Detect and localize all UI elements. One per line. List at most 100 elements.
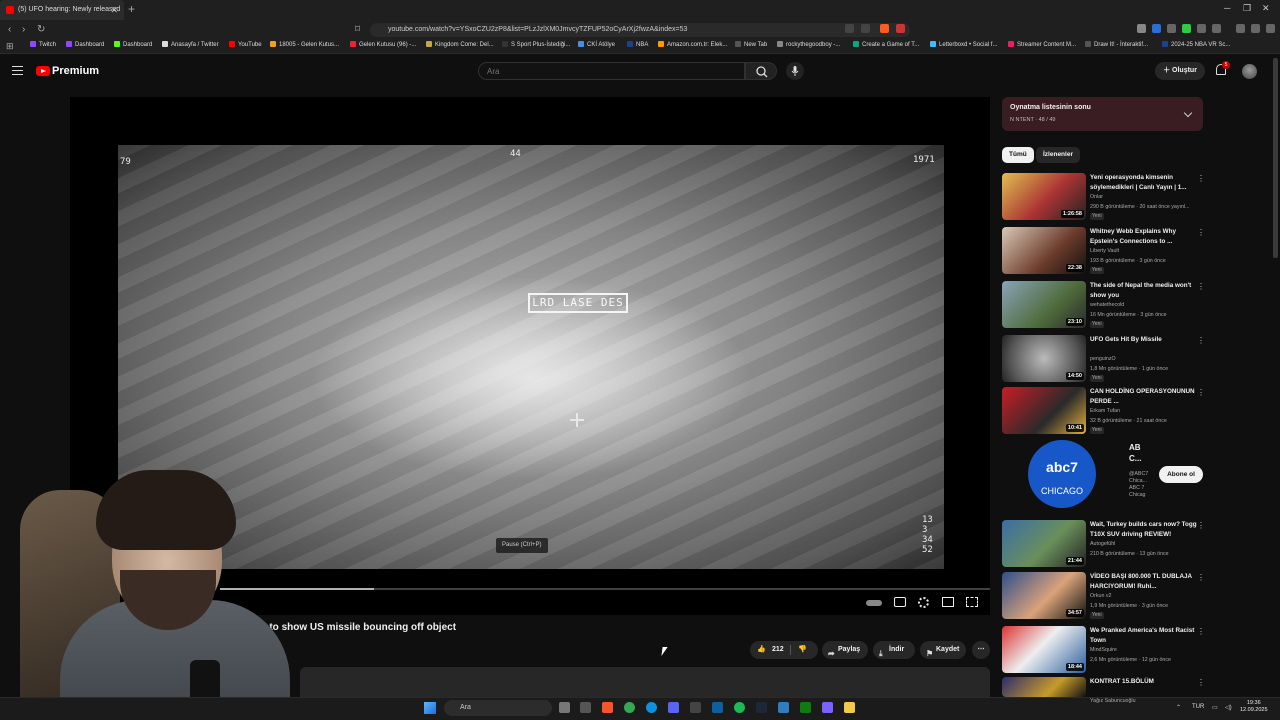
extension-icon[interactable] [1212,24,1221,33]
recommendation-title[interactable]: CAN HOLDİNG OPERASYONUNUN PERDE ... [1090,387,1198,406]
steam-icon[interactable] [756,702,767,713]
maximize-icon[interactable]: ❐ [1243,3,1251,14]
obs-icon[interactable] [690,702,701,713]
recommendation-title[interactable]: Yeni operasyonda kimsenin söylemedikleri… [1090,173,1198,192]
recommendation-channel[interactable]: Liberty Vault [1090,248,1119,254]
recommendation-item[interactable]: 34:57 VİDEO BAŞI 800.000 TL DUBLAJA HARCI… [1002,572,1207,620]
recommendation-title[interactable]: KONTRAT 15.BÖLÜM [1090,677,1198,687]
more-options-icon[interactable]: ⋮ [1197,574,1205,582]
description-box[interactable] [300,667,990,697]
brave-rewards-icon[interactable] [896,24,905,33]
bookmark-item[interactable]: Gelen Kutusu (96) -... [350,41,416,48]
theater-mode-icon[interactable] [942,597,954,607]
dislike-icon[interactable]: 👎 [798,641,807,659]
logo-text[interactable]: Premium [52,65,99,77]
close-tab-icon[interactable]: ✕ [110,0,118,20]
recommendation-channel[interactable]: Onlar [1090,194,1103,200]
taskbar-app-icon[interactable] [712,702,723,713]
recommendation-item[interactable]: KONTRAT 15.BÖLÜM Yağız Sabuncuoğlu ⋮ [1002,677,1207,704]
search-button[interactable] [745,62,777,80]
bookmark-item[interactable]: YouTube [229,41,262,48]
search-input[interactable] [478,62,745,80]
video-thumbnail[interactable]: 10:41 [1002,387,1086,434]
url-field[interactable]: youtube.com/watch?v=YSxoCZU2zP8&list=PLz… [370,23,910,37]
recommendation-item[interactable]: 21:44 Wait, Turkey builds cars now? Togg … [1002,520,1207,568]
minimize-icon[interactable]: ─ [1224,3,1230,13]
like-button[interactable]: 212👎 [750,641,818,659]
settings-gear-icon[interactable] [918,597,929,608]
bookmark-item[interactable]: Streamer Content M... [1008,41,1076,48]
extension-icon[interactable] [1152,24,1161,33]
recommendation-title[interactable]: VİDEO BAŞI 800.000 TL DUBLAJA HARCIYORUM… [1090,572,1198,591]
video-thumbnail[interactable] [1002,677,1086,697]
captions-icon[interactable] [894,597,906,607]
extension-icon[interactable] [1167,24,1176,33]
bookmark-item[interactable]: rockythegoodboy -... [777,41,840,48]
recommendation-channel[interactable]: wehatethecold [1090,302,1124,308]
chrome-icon[interactable] [624,702,635,713]
more-options-icon[interactable]: ⋮ [1197,229,1205,237]
recommendation-channel[interactable]: penguinzO [1090,356,1116,362]
new-tab-icon[interactable]: + [128,2,135,16]
recommendation-item[interactable]: 22:38 Whitney Webb Explains Why Epstein's… [1002,227,1207,275]
avatar[interactable] [1242,64,1257,79]
bookmark-item[interactable]: Dashboard [114,41,152,48]
share-icon[interactable] [861,24,870,33]
recommendation-item[interactable]: 14:50 UFO Gets Hit By Missile penguinzO 1,8… [1002,335,1207,383]
language-indicator[interactable]: TUR [1192,704,1204,710]
fullscreen-icon[interactable] [966,597,978,607]
apps-grid-icon[interactable]: ⊞ [6,41,14,52]
more-actions-icon[interactable]: ⋯ [972,641,990,659]
recommendation-channel[interactable]: Orkun v2 [1090,593,1112,599]
recommendation-channel[interactable]: Autogefühl [1090,541,1115,547]
recommendation-item[interactable]: 18:44 We Pranked America's Most Racist To… [1002,626,1207,674]
recommendation-title[interactable]: Whitney Webb Explains Why Epstein's Conn… [1090,227,1198,246]
video-thumbnail[interactable]: 21:44 [1002,520,1086,567]
network-icon[interactable]: ▭ [1212,704,1218,711]
bookmark-item[interactable]: Draw It! - İnteraktif... [1085,41,1148,48]
sidebar-icon[interactable] [1251,24,1260,33]
hamburger-menu-icon[interactable] [12,66,23,75]
task-view-icon[interactable] [559,702,570,713]
extension-icon[interactable] [1182,24,1191,33]
recommendation-channel[interactable]: Yağız Sabuncuoğlu [1090,698,1136,704]
forward-icon[interactable]: › [22,24,25,35]
recommendation-channel[interactable]: Erkam Tufan [1090,408,1120,414]
bookmark-item[interactable]: Create a Game of T... [853,41,919,48]
video-thumbnail[interactable]: 1:26:58 [1002,173,1086,220]
share-button[interactable]: ➦ Paylaş [822,641,868,659]
recommendation-title[interactable]: UFO Gets Hit By Missile [1090,335,1198,345]
more-options-icon[interactable]: ⋮ [1197,283,1205,291]
more-options-icon[interactable]: ⋮ [1197,679,1205,687]
bookmark-item[interactable]: NBA [627,41,648,48]
video-thumbnail[interactable]: 18:44 [1002,626,1086,673]
create-button[interactable]: ＋ Oluştur [1155,62,1205,80]
brave-shield-icon[interactable] [880,24,889,33]
tray-chevron-icon[interactable]: ⌃ [1176,704,1181,711]
taskbar-app-icon[interactable] [822,702,833,713]
more-options-icon[interactable]: ⋮ [1197,175,1205,183]
video-thumbnail[interactable]: 14:50 [1002,335,1086,382]
chip-watched[interactable]: İzlenenler [1036,147,1080,163]
recommendation-channel[interactable]: MindSquire [1090,647,1117,653]
volume-icon[interactable]: ◁) [1225,704,1232,711]
more-options-icon[interactable]: ⋮ [1197,628,1205,636]
save-button[interactable]: ⚑ Kaydet [920,641,966,659]
playlist-panel[interactable] [1002,97,1203,131]
close-window-icon[interactable]: ✕ [1262,3,1270,14]
reload-icon[interactable]: ↻ [37,24,45,35]
bookmark-item[interactable]: Kingdom Come: Del... [426,41,494,48]
bookmark-item[interactable]: Anasayfa / Twitter [162,41,219,48]
extension-icon[interactable] [1197,24,1206,33]
bookmark-item[interactable]: CKİ Atölye [578,41,615,48]
bookmark-item[interactable]: 18005 - Gelen Kutus... [270,41,339,48]
progress-bar[interactable] [220,588,990,590]
windows-start-icon[interactable] [424,702,436,714]
edge-icon[interactable] [646,702,657,713]
subscribe-button[interactable]: Abone ol [1159,466,1203,483]
recommendation-item[interactable]: 10:41 CAN HOLDİNG OPERASYONUNUN PERDE ...… [1002,387,1207,435]
bookmark-item[interactable]: Twitch [30,41,56,48]
video-thumbnail[interactable]: 23:10 [1002,281,1086,328]
more-options-icon[interactable]: ⋮ [1197,522,1205,530]
browser-tab[interactable]: (5) UFO hearing: Newly released ✕ [0,0,124,20]
